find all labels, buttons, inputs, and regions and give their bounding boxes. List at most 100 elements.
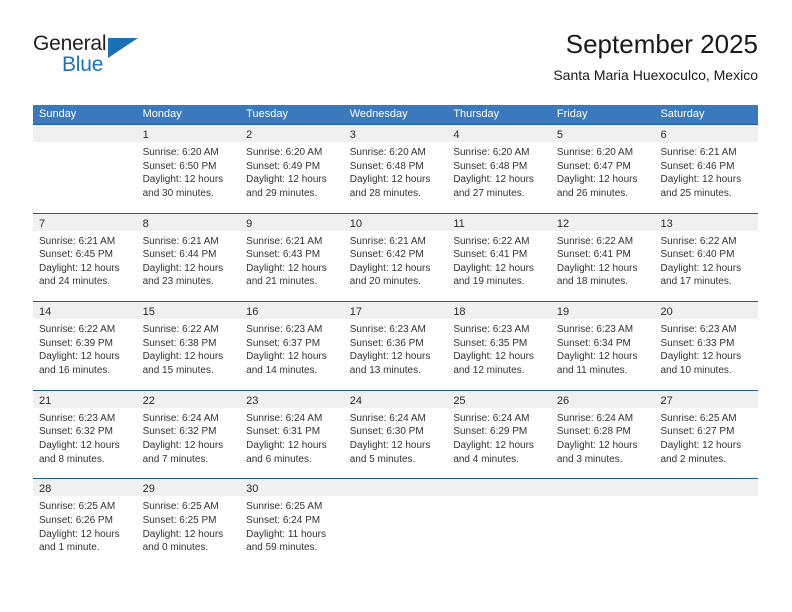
day-details: Sunrise: 6:22 AM Sunset: 6:39 PM Dayligh… [33,319,137,377]
day-cell[interactable]: 8 Sunrise: 6:21 AM Sunset: 6:44 PM Dayli… [136,213,241,302]
general-blue-logo[interactable]: General Blue [33,32,153,84]
day-number: 24 [349,394,362,407]
flag-triangle-icon [108,38,138,58]
sunset-line: Sunset: 6:30 PM [349,426,424,438]
day-cell[interactable]: 1 Sunrise: 6:20 AM Sunset: 6:50 PM Dayli… [136,125,241,213]
day-number-band: 27 [654,390,759,408]
day-number: 29 [142,483,155,496]
day-number-band: 1 [136,125,241,142]
day-cell[interactable]: 11 Sunrise: 6:22 AM Sunset: 6:41 PM Dayl… [447,213,551,302]
day-cell[interactable]: 18 Sunrise: 6:23 AM Sunset: 6:35 PM Dayl… [447,302,551,390]
day-details: Sunrise: 6:25 AM Sunset: 6:26 PM Dayligh… [33,496,137,554]
week-row: 14 Sunrise: 6:22 AM Sunset: 6:39 PM Dayl… [33,301,759,390]
page-title: September 2025 [565,29,758,59]
day-cell[interactable]: 13 Sunrise: 6:22 AM Sunset: 6:40 PM Dayl… [654,213,759,302]
day-cell[interactable]: 6 Sunrise: 6:21 AM Sunset: 6:46 PM Dayli… [654,125,759,213]
day-cell[interactable]: 25 Sunrise: 6:24 AM Sunset: 6:29 PM Dayl… [447,390,551,479]
daylight-line-1: Daylight: 12 hours [556,351,638,363]
day-cell[interactable]: 17 Sunrise: 6:23 AM Sunset: 6:36 PM Dayl… [343,302,448,390]
day-number: 27 [660,394,673,407]
day-cell[interactable]: 21 Sunrise: 6:23 AM Sunset: 6:32 PM Dayl… [33,390,137,479]
day-number: 18 [453,306,466,319]
day-number: 14 [39,306,52,319]
sunset-line: Sunset: 6:43 PM [246,249,321,261]
day-cell[interactable] [654,479,759,567]
day-cell[interactable]: 7 Sunrise: 6:21 AM Sunset: 6:45 PM Dayli… [33,213,137,302]
day-number: 25 [453,394,466,407]
day-cell[interactable] [343,479,448,567]
daylight-line-1: Daylight: 12 hours [246,439,327,451]
weekday-header-row: Sunday Monday Tuesday Wednesday Thursday… [33,105,758,124]
day-number-band: 16 [240,302,344,320]
day-cell[interactable]: 29 Sunrise: 6:25 AM Sunset: 6:25 PM Dayl… [136,479,241,567]
daylight-line-2: and 16 minutes. [39,364,111,376]
day-details: Sunrise: 6:20 AM Sunset: 6:48 PM Dayligh… [344,142,448,200]
week-row: 21 Sunrise: 6:23 AM Sunset: 6:32 PM Dayl… [33,389,759,479]
daylight-line-1: Daylight: 12 hours [246,262,327,274]
sunrise-line: Sunrise: 6:22 AM [39,324,116,336]
daylight-line-1: Daylight: 12 hours [349,174,431,186]
sunrise-line: Sunrise: 6:21 AM [39,235,116,247]
day-cell[interactable]: 15 Sunrise: 6:22 AM Sunset: 6:38 PM Dayl… [136,302,241,390]
daylight-line-1: Daylight: 12 hours [660,439,742,451]
day-cell[interactable]: 23 Sunrise: 6:24 AM Sunset: 6:31 PM Dayl… [240,390,344,479]
day-cell[interactable]: 3 Sunrise: 6:20 AM Sunset: 6:48 PM Dayli… [343,125,448,213]
day-cell[interactable]: 2 Sunrise: 6:20 AM Sunset: 6:49 PM Dayli… [240,125,344,213]
day-cell[interactable]: 22 Sunrise: 6:24 AM Sunset: 6:32 PM Dayl… [136,390,241,479]
calendar-page: General Blue September 2025 Santa Maria … [0,0,792,612]
sunset-line: Sunset: 6:35 PM [453,337,528,349]
day-number-band: 26 [550,390,655,408]
sunset-line: Sunset: 6:27 PM [660,426,735,438]
day-number-band: 20 [654,302,759,320]
day-number-band: 29 [136,479,241,497]
sunrise-line: Sunrise: 6:24 AM [142,412,219,424]
daylight-line-1: Daylight: 12 hours [142,351,224,363]
sunset-line: Sunset: 6:25 PM [142,514,217,526]
day-cell[interactable]: 16 Sunrise: 6:23 AM Sunset: 6:37 PM Dayl… [240,302,344,390]
day-cell[interactable]: 5 Sunrise: 6:20 AM Sunset: 6:47 PM Dayli… [550,125,655,213]
sunrise-line: Sunrise: 6:24 AM [246,412,323,424]
day-details: Sunrise: 6:25 AM Sunset: 6:27 PM Dayligh… [654,408,758,466]
daylight-line-2: and 1 minute. [39,542,100,554]
sunrise-line: Sunrise: 6:20 AM [246,147,323,158]
daylight-line-1: Daylight: 12 hours [556,262,638,274]
daylight-line-2: and 27 minutes. [453,187,525,199]
day-cell[interactable]: 20 Sunrise: 6:23 AM Sunset: 6:33 PM Dayl… [654,302,759,390]
sunset-line: Sunset: 6:44 PM [142,249,217,261]
daylight-line-1: Daylight: 11 hours [246,528,327,540]
day-cell[interactable]: 12 Sunrise: 6:22 AM Sunset: 6:41 PM Dayl… [550,213,655,302]
weekday-wednesday: Wednesday [349,108,408,120]
daylight-line-1: Daylight: 12 hours [453,439,534,451]
day-details: Sunrise: 6:21 AM Sunset: 6:44 PM Dayligh… [137,231,241,289]
day-cell[interactable] [550,479,655,567]
daylight-line-1: Daylight: 12 hours [660,174,742,186]
day-details: Sunrise: 6:22 AM Sunset: 6:40 PM Dayligh… [654,231,758,289]
day-cell[interactable]: 14 Sunrise: 6:22 AM Sunset: 6:39 PM Dayl… [33,302,137,390]
day-cell[interactable]: 27 Sunrise: 6:25 AM Sunset: 6:27 PM Dayl… [654,390,759,479]
day-details: Sunrise: 6:25 AM Sunset: 6:24 PM Dayligh… [240,496,344,554]
day-cell[interactable]: 9 Sunrise: 6:21 AM Sunset: 6:43 PM Dayli… [240,213,344,302]
sunset-line: Sunset: 6:46 PM [660,160,735,172]
day-cell[interactable] [447,479,551,567]
day-number-band: 24 [343,390,448,408]
daylight-line-1: Daylight: 12 hours [349,439,431,451]
day-cell[interactable]: 26 Sunrise: 6:24 AM Sunset: 6:28 PM Dayl… [550,390,655,479]
daylight-line-2: and 13 minutes. [349,364,421,376]
daylight-line-1: Daylight: 12 hours [246,174,327,186]
day-cell[interactable]: 4 Sunrise: 6:20 AM Sunset: 6:48 PM Dayli… [447,125,551,213]
sunset-line: Sunset: 6:45 PM [39,249,113,261]
day-cell[interactable]: 19 Sunrise: 6:23 AM Sunset: 6:34 PM Dayl… [550,302,655,390]
sunset-line: Sunset: 6:29 PM [453,426,528,438]
sunset-line: Sunset: 6:36 PM [349,337,424,349]
day-cell[interactable]: 30 Sunrise: 6:25 AM Sunset: 6:24 PM Dayl… [240,479,344,567]
day-number: 26 [556,394,570,407]
day-cell[interactable]: 24 Sunrise: 6:24 AM Sunset: 6:30 PM Dayl… [343,390,448,479]
day-cell[interactable]: 28 Sunrise: 6:25 AM Sunset: 6:26 PM Dayl… [33,479,137,567]
day-cell[interactable]: 10 Sunrise: 6:21 AM Sunset: 6:42 PM Dayl… [343,213,448,302]
day-cell[interactable] [33,125,137,213]
day-number: 8 [142,217,149,230]
day-number: 23 [246,394,259,407]
sunset-line: Sunset: 6:47 PM [556,160,631,172]
day-number-band: 19 [550,302,655,320]
day-number: 19 [556,306,570,319]
